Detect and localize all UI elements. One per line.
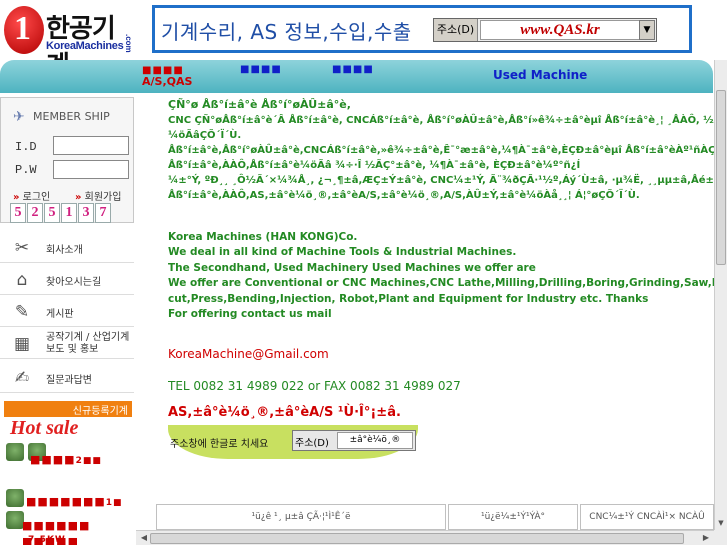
sidebar-item-directions[interactable]: ⌂ 찾아오시는길 (0, 265, 134, 295)
main-content: ÇÑ°ø Åß°í±â°è Åß°í°øÀÛ±â°è, CNC ÇÑ°øÅß°í… (168, 97, 714, 527)
machine-thumbnail[interactable] (6, 489, 24, 507)
new-machine-item-suffix: 1■ (105, 498, 123, 508)
counter-digit: 2 (27, 203, 43, 223)
korean-line: Åß°í±â°è,ÀÀÔ,Åß°í±â°è¼öÃâ ¾÷·Î ½ÃÇ°±â°è,… (168, 160, 581, 171)
counter-digit: 1 (61, 203, 77, 223)
address-example: 주소(D) ±â°è¼ö¸® (292, 430, 416, 451)
as-shortcut-link[interactable]: AS,±â°è¼ö¸®,±â°èA/S ¹Ù·Î°¡±â. (168, 405, 401, 420)
sidebar-item-press[interactable]: ▦ 공작기계 / 산업기계 보도 및 홍보 (0, 329, 134, 359)
english-line: We deal in all kind of Machine Tools & I… (168, 246, 517, 259)
member-header: ✈ MEMBER SHIP (13, 109, 110, 125)
banner-address-value[interactable]: www.QAS.kr (480, 20, 640, 40)
new-machines-box: 신규등록기계 Hot sale ■■■■2■■ ■■■■■■■1■ ■■■■■■… (4, 401, 132, 545)
new-machine-item-text: ■■■■ (30, 453, 76, 466)
address-hint-box: 주소창에 한글로 치세요 주소(D) ±â°è¼ö¸® (168, 425, 418, 459)
vertical-scroll-thumb[interactable] (716, 90, 726, 265)
new-machines-title: 신규등록기계 (72, 406, 128, 417)
header: 1 한공기계 KoreaMachines .com 기계수리, AS 정보,수입… (0, 0, 727, 81)
banner-text: 기계수리, AS 정보,수입,수출 (161, 20, 412, 44)
member-header-label: MEMBER SHIP (33, 110, 110, 123)
tools-icon: ✂ (14, 238, 30, 258)
logo-com: .com (124, 34, 133, 53)
counter-digit: 3 (78, 203, 94, 223)
bottom-cell[interactable]: CNC¼±¹Ý CNCÀÌ¹× NCÀÛ (580, 504, 714, 530)
contact-phone: TEL 0082 31 4989 022 or FAX 0082 31 4989… (168, 379, 461, 393)
korean-line: ¼±°Ý, ºÐ¸¸ ¸Ô½Ã´×¼¾Å¸, ¿¬¸¶±â,ÆÇ±Ý±â°è, … (168, 175, 714, 186)
chevron-down-icon[interactable]: ▼ (639, 20, 655, 40)
id-input[interactable] (53, 136, 129, 155)
english-line: Korea Machines (HAN KONG)Co. (168, 231, 358, 243)
nav-item-as-qas-label: A/S,QAS (142, 75, 193, 88)
sidebar-item-label-line2: 보도 및 홍보 (46, 344, 99, 355)
new-machine-item[interactable]: ■■■■2■■ (30, 453, 102, 466)
hot-sale-title: Hot sale (10, 417, 79, 439)
english-line: For offering contact us mail (168, 308, 332, 321)
english-line: We offer are Conventional or CNC Machine… (168, 277, 714, 290)
visitor-counter: 525137 (10, 201, 112, 223)
nav-item-3[interactable]: ■■■■ (332, 64, 374, 75)
main-nav: ■■■■ A/S,QAS ■■■■ ■■■■ Used Machine (0, 60, 713, 93)
sidebar-item-company[interactable]: ✂ 회사소개 (0, 233, 134, 263)
banner-address-label: 주소(D) (434, 19, 478, 41)
logo-english: KoreaMachines (46, 40, 124, 52)
pw-label: P.W (15, 163, 37, 177)
top-banner[interactable]: 기계수리, AS 정보,수입,수출 주소(D) www.QAS.kr ▼ (152, 5, 692, 53)
sidebar-item-label: 찾아오시는길 (46, 277, 102, 288)
counter-digit: 5 (44, 203, 60, 223)
pencil-icon: ✎ (14, 302, 30, 322)
nav-item-2[interactable]: ■■■■ (240, 64, 282, 75)
bottom-cell[interactable]: ¹ü¿ë¼±¹Ý¹ÝÀ° (448, 504, 578, 530)
password-input[interactable] (53, 160, 129, 179)
nav-item-used-machine[interactable]: Used Machine (493, 68, 587, 82)
new-machine-item-text: ■■■■■■ (22, 519, 91, 532)
contact-email[interactable]: KoreaMachine@Gmail.com (168, 347, 329, 361)
machine-thumbnail[interactable] (6, 443, 24, 461)
nav-item-as-qas[interactable]: ■■■■ A/S,QAS (142, 62, 192, 88)
new-machine-item[interactable]: ■■■■■ (22, 535, 79, 545)
new-machine-item-text: ■■■■■■■ (26, 495, 106, 508)
new-machine-item-suffix: 2■■ (75, 456, 102, 466)
sidebar-item-label: 게시판 (46, 309, 74, 320)
korean-line: ¼öÃâÇÕ´Ï´Ù. (168, 130, 242, 141)
counter-digit: 5 (10, 203, 26, 223)
airplane-icon: ✈ (13, 109, 25, 125)
sidebar-item-qna[interactable]: ✍ 질문과답변 (0, 363, 134, 393)
counter-digit: 7 (95, 203, 111, 223)
english-line: The Secondhand, Used Machinery Used Mach… (168, 261, 536, 274)
house-icon: ⌂ (16, 270, 28, 290)
bottom-category-row: ¹ü¿ê ¹¸ µ±â ÇÃ·¦¹Ì¹Ê´ë ¹ü¿ë¼±¹Ý¹ÝÀ° CNC¼… (136, 504, 714, 530)
scroll-left-icon[interactable]: ◀ (138, 532, 150, 544)
banner-address-bar[interactable]: 주소(D) www.QAS.kr ▼ (433, 18, 657, 42)
id-label: I.D (15, 140, 37, 154)
vertical-scrollbar[interactable]: ▼ (714, 60, 727, 530)
sidebar-item-label: 질문과답변 (46, 375, 92, 386)
horizontal-scrollbar[interactable]: ◀ ▶ (136, 530, 714, 545)
address-example-label: 주소(D) (295, 438, 329, 449)
scroll-right-icon[interactable]: ▶ (700, 532, 712, 544)
english-line: cut,Press,Bending,Injection, Robot,Plant… (168, 292, 649, 305)
sidebar-item-label-line1: 공작기계 / 산업기계 (46, 332, 130, 343)
new-machine-item-text: ■■■■■ (22, 535, 79, 545)
korean-line: Åß°í±â°è,ÀÀÔ,AS,±â°è¼ö¸®,±â°èA/S,±â°è¼ö¸… (168, 190, 640, 201)
korean-heading: ÇÑ°ø Åß°í±â°è Åß°í°øÀÛ±â°è, (168, 98, 351, 111)
logo-mark: 1 (4, 6, 44, 54)
scrollbar-corner (714, 530, 727, 545)
machine-icon: ▦ (13, 334, 31, 354)
bottom-cell[interactable]: ¹ü¿ê ¹¸ µ±â ÇÃ·¦¹Ì¹Ê´ë (156, 504, 446, 530)
sidebar: ✈ MEMBER SHIP I.D P.W » 로그인 » 회원가입 52513… (0, 93, 136, 545)
sidebar-item-label: 회사소개 (46, 245, 83, 256)
scroll-down-icon[interactable]: ▼ (715, 517, 727, 530)
new-machines-bar: 신규등록기계 (4, 401, 132, 417)
new-machine-item[interactable]: ■■■■■■■1■ (26, 495, 123, 508)
sidebar-item-board[interactable]: ✎ 게시판 (0, 297, 134, 327)
address-hint-text: 주소창에 한글로 치세요 (170, 439, 269, 450)
sidebar-item-label: 공작기계 / 산업기계 보도 및 홍보 (46, 332, 129, 356)
site-logo[interactable]: 1 한공기계 KoreaMachines .com (4, 4, 136, 81)
writing-icon: ✍ (14, 368, 30, 388)
korean-line: CNC ÇÑ°øÅß°í±â°è´Â Åß°í±â°è, CNCÁß°í±â°è… (168, 115, 714, 126)
horizontal-scroll-thumb[interactable] (150, 533, 684, 544)
korean-line: Åß°í±â°è,Åß°í°øÀÛ±â°è,CNCÁß°í±â°è,»ê¾÷±â… (168, 145, 714, 156)
address-example-value: ±â°è¼ö¸® (337, 432, 413, 449)
